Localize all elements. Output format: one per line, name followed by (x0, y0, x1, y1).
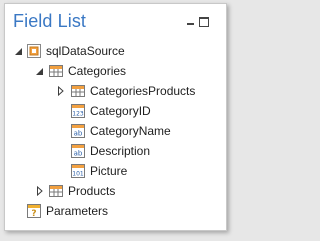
numeric-field-icon: 123 (70, 103, 86, 119)
tree-node-label: Description (90, 144, 151, 158)
tree-node-categoryid[interactable]: 123 CategoryID (11, 102, 191, 120)
panel-title: Field List (13, 11, 87, 31)
expand-arrow-icon[interactable] (57, 86, 65, 96)
tree-node-label: Categories (68, 64, 127, 78)
tree-node-categoriesproducts[interactable]: CategoriesProducts (11, 82, 221, 100)
binary-field-icon: 101 (70, 163, 86, 179)
string-field-icon: ab (70, 123, 86, 139)
tree-node-label: CategoryName (90, 124, 171, 138)
collapse-arrow-icon[interactable] (36, 66, 44, 76)
tree-node-sqldatasource[interactable]: sqlDataSource (11, 42, 191, 60)
string-field-icon: ab (70, 143, 86, 159)
table-icon (48, 183, 64, 199)
tree-node-label: Parameters (46, 204, 109, 218)
field-list-panel: Field List sqlDataSource Categories Cate… (4, 3, 227, 231)
type-badge: ab (74, 130, 83, 138)
tree-node-label: CategoriesProducts (90, 84, 196, 98)
maximize-icon[interactable] (199, 17, 209, 27)
pin-icon[interactable] (186, 18, 195, 27)
tree-node-parameters[interactable]: ? Parameters (11, 202, 191, 220)
tree-node-picture[interactable]: 101 Picture (11, 162, 191, 180)
table-icon (48, 63, 64, 79)
type-badge: 101 (72, 171, 84, 178)
type-badge: 123 (72, 111, 84, 118)
parameters-icon: ? (26, 203, 42, 219)
tree-node-categories[interactable]: Categories (11, 62, 191, 80)
type-badge: ? (31, 209, 36, 219)
tree-node-categoryname[interactable]: ab CategoryName (11, 122, 191, 140)
tree-node-products[interactable]: Products (11, 182, 191, 200)
database-icon (26, 43, 42, 59)
tree-node-label: sqlDataSource (46, 44, 125, 58)
table-icon (70, 83, 86, 99)
tree-node-label: CategoryID (90, 104, 151, 118)
collapse-arrow-icon[interactable] (15, 46, 23, 56)
tree-node-label: Picture (90, 164, 128, 178)
tree-node-description[interactable]: ab Description (11, 142, 191, 160)
tree-node-label: Products (68, 184, 116, 198)
type-badge: ab (74, 150, 83, 158)
expand-arrow-icon[interactable] (36, 186, 44, 196)
